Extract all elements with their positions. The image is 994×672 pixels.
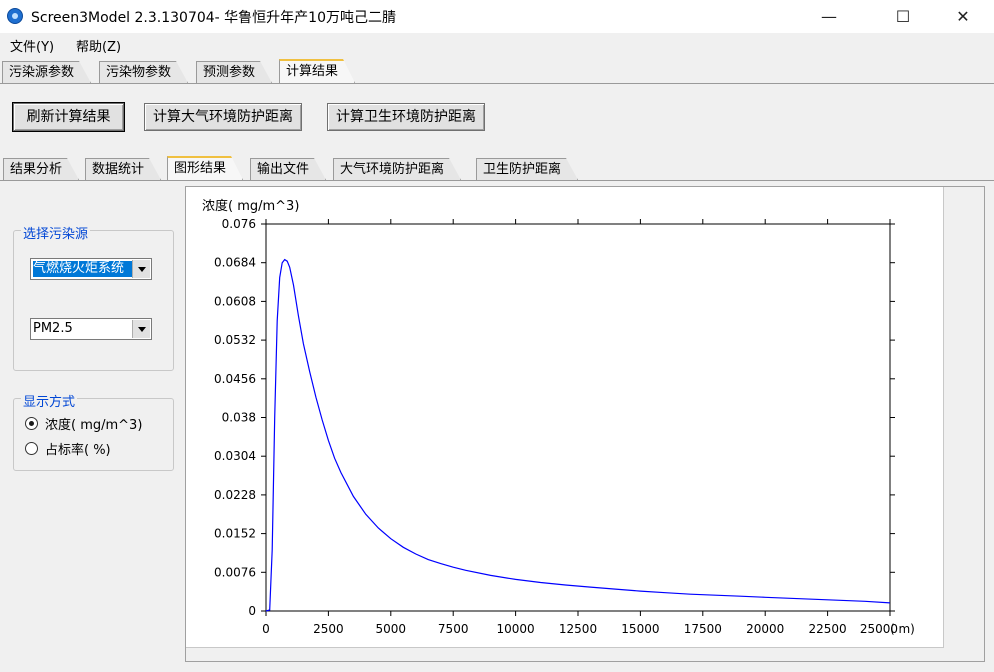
radio-percentage-label: 占标率( %) [45, 443, 111, 458]
radio-concentration-label: 浓度( mg/m^3) [45, 418, 143, 433]
x-tick-label: 7500 [438, 622, 469, 636]
y-axis-label: 浓度( mg/m^3) [202, 198, 299, 214]
window-title: Screen3Model 2.3.130704- 华鲁恒升年产10万吨己二腈 [31, 10, 396, 26]
close-button[interactable]: ✕ [940, 0, 986, 33]
pollutant-combo[interactable]: PM2.5 [30, 318, 152, 340]
health-protection-distance-button[interactable]: 计算卫生环境防护距离 [327, 103, 485, 131]
chevron-down-icon[interactable] [132, 320, 150, 338]
maximize-button[interactable]: ☐ [880, 0, 926, 33]
x-tick-label: 20000 [746, 622, 784, 636]
tab-source-params[interactable]: 污染源参数 [2, 61, 91, 83]
tab-graph[interactable]: 图形结果 [167, 156, 243, 180]
concentration-chart: 浓度( mg/m^3) 0 0.0076 0.0152 0.0228 0.0304 0.0… [202, 198, 915, 636]
tab-results[interactable]: 计算结果 [279, 59, 355, 83]
y-tick-label: 0.0684 [214, 256, 256, 270]
tab-output-file[interactable]: 输出文件 [250, 158, 326, 180]
y-tick-label: 0.0076 [214, 565, 256, 579]
y-tick-label: 0.0608 [214, 294, 256, 308]
atm-protection-distance-button[interactable]: 计算大气环境防护距离 [144, 103, 302, 131]
result-tab-strip: 结果分析 数据统计 图形结果 输出文件 大气环境防护距离 卫生防护距离 [0, 158, 994, 180]
app-icon [7, 8, 23, 24]
main-tab-divider [0, 83, 994, 84]
result-tab-divider [0, 180, 994, 181]
refresh-results-button[interactable]: 刷新计算结果 [12, 102, 125, 132]
source-combo[interactable]: 气燃烧火炬系统 [30, 258, 152, 280]
tab-statistics[interactable]: 数据统计 [85, 158, 161, 180]
y-tick-label: 0 [248, 604, 256, 618]
tab-analysis[interactable]: 结果分析 [3, 158, 79, 180]
source-group-label: 选择污染源 [21, 223, 91, 242]
x-tick-label: 10000 [497, 622, 535, 636]
tab-prediction-params[interactable]: 预测参数 [196, 61, 272, 83]
radio-percentage[interactable] [25, 442, 38, 455]
y-tick-label: 0.038 [222, 411, 256, 425]
radio-concentration[interactable] [25, 417, 38, 430]
y-tick-label: 0.0152 [214, 527, 256, 541]
title-bar: Screen3Model 2.3.130704- 华鲁恒升年产10万吨己二腈 —… [0, 0, 994, 33]
menu-file[interactable]: 文件(Y) [10, 36, 54, 55]
x-tick-label: 15000 [621, 622, 659, 636]
source-select-group [13, 230, 174, 371]
tab-atm-distance[interactable]: 大气环境防护距离 [333, 158, 461, 180]
x-tick-label: 17500 [684, 622, 722, 636]
x-tick-label: 0 [262, 622, 270, 636]
tab-pollutant-params[interactable]: 污染物参数 [99, 61, 188, 83]
minimize-button[interactable]: — [806, 0, 852, 33]
x-axis-unit: ( m) [890, 622, 915, 636]
source-combo-value: 气燃烧火炬系统 [33, 261, 133, 277]
x-tick-label: 5000 [376, 622, 407, 636]
main-tab-strip: 污染源参数 污染物参数 预测参数 计算结果 [0, 61, 994, 83]
chart-canvas: 浓度( mg/m^3) 0 0.0076 0.0152 0.0228 0.0304 0.0… [186, 187, 944, 648]
tab-health-distance[interactable]: 卫生防护距离 [476, 158, 578, 180]
menu-help[interactable]: 帮助(Z) [76, 36, 121, 55]
display-group-label: 显示方式 [21, 391, 78, 410]
y-tick-label: 0.0304 [214, 449, 256, 463]
y-tick-label: 0.0456 [214, 372, 256, 386]
pollutant-combo-value: PM2.5 [33, 321, 73, 336]
y-tick-label: 0.076 [222, 217, 256, 231]
menu-bar: 文件(Y) 帮助(Z) [0, 33, 994, 55]
plot-area [265, 223, 891, 612]
chevron-down-icon[interactable] [132, 260, 150, 278]
x-tick-label: 22500 [809, 622, 847, 636]
y-tick-label: 0.0228 [214, 488, 256, 502]
chart-frame: 浓度( mg/m^3) 0 0.0076 0.0152 0.0228 0.0304 0.0… [185, 186, 985, 662]
x-tick-label: 12500 [559, 622, 597, 636]
x-tick-label: 2500 [313, 622, 344, 636]
y-tick-label: 0.0532 [214, 333, 256, 347]
